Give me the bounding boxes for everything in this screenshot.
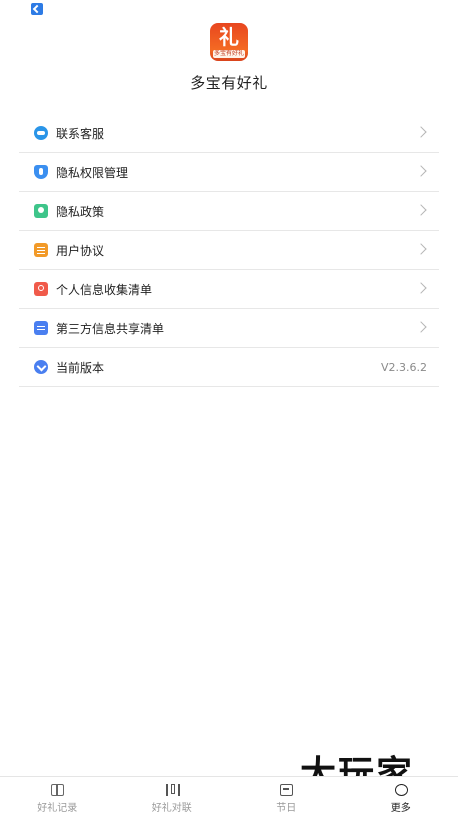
menu-item-user-agreement[interactable]: 用户协议 [19,231,439,270]
tab-label: 节日 [229,799,344,814]
gift-icon [51,784,64,796]
chevron-right-icon [415,165,426,176]
document-icon [34,321,48,335]
chevron-right-icon [415,126,426,137]
version-icon [34,360,48,374]
document-icon [34,243,48,257]
app-name: 多宝有好礼 [0,72,458,93]
bookmark-icon [34,204,48,218]
menu-item-label: 隐私权限管理 [56,164,128,181]
chevron-right-icon [415,243,426,254]
tab-label: 好礼对联 [115,799,230,814]
settings-menu: 联系客服 隐私权限管理 隐私政策 用户协议 个人信息收集清单 第三方信息共享清单… [19,114,439,387]
tab-gift-couplets[interactable]: 好礼对联 [115,777,230,815]
tab-festivals[interactable]: 节日 [229,777,344,815]
menu-item-label: 个人信息收集清单 [56,281,152,298]
chevron-right-icon [415,204,426,215]
app-logo: 礼 多宝有好礼 [210,23,248,61]
shield-icon [34,165,48,179]
menu-item-contact-service[interactable]: 联系客服 [19,114,439,153]
menu-item-third-party-sharing-list[interactable]: 第三方信息共享清单 [19,309,439,348]
menu-item-current-version: 当前版本 V2.3.6.2 [19,348,439,387]
menu-item-privacy-permissions[interactable]: 隐私权限管理 [19,153,439,192]
menu-item-label: 隐私政策 [56,203,104,220]
menu-item-label: 当前版本 [56,359,104,376]
logo-band-text: 多宝有好礼 [213,50,245,58]
chevron-right-icon [415,321,426,332]
version-value: V2.3.6.2 [381,361,427,374]
menu-item-label: 联系客服 [56,125,104,142]
menu-item-personal-info-list[interactable]: 个人信息收集清单 [19,270,439,309]
calendar-icon [280,784,293,796]
tab-label: 更多 [344,799,458,814]
chevron-right-icon [415,282,426,293]
bottom-tab-bar: 好礼记录 好礼对联 节日 更多 [0,776,458,815]
more-icon [395,784,408,796]
headset-icon [34,126,48,140]
tab-more[interactable]: 更多 [344,777,458,815]
couplet-icon [166,784,180,796]
status-bar-app-icon [31,3,43,15]
tab-label: 好礼记录 [0,799,115,814]
logo-glyph: 礼 [210,25,248,49]
person-card-icon [34,282,48,296]
menu-item-label: 第三方信息共享清单 [56,320,164,337]
menu-item-privacy-policy[interactable]: 隐私政策 [19,192,439,231]
menu-item-label: 用户协议 [56,242,104,259]
tab-gift-records[interactable]: 好礼记录 [0,777,115,815]
